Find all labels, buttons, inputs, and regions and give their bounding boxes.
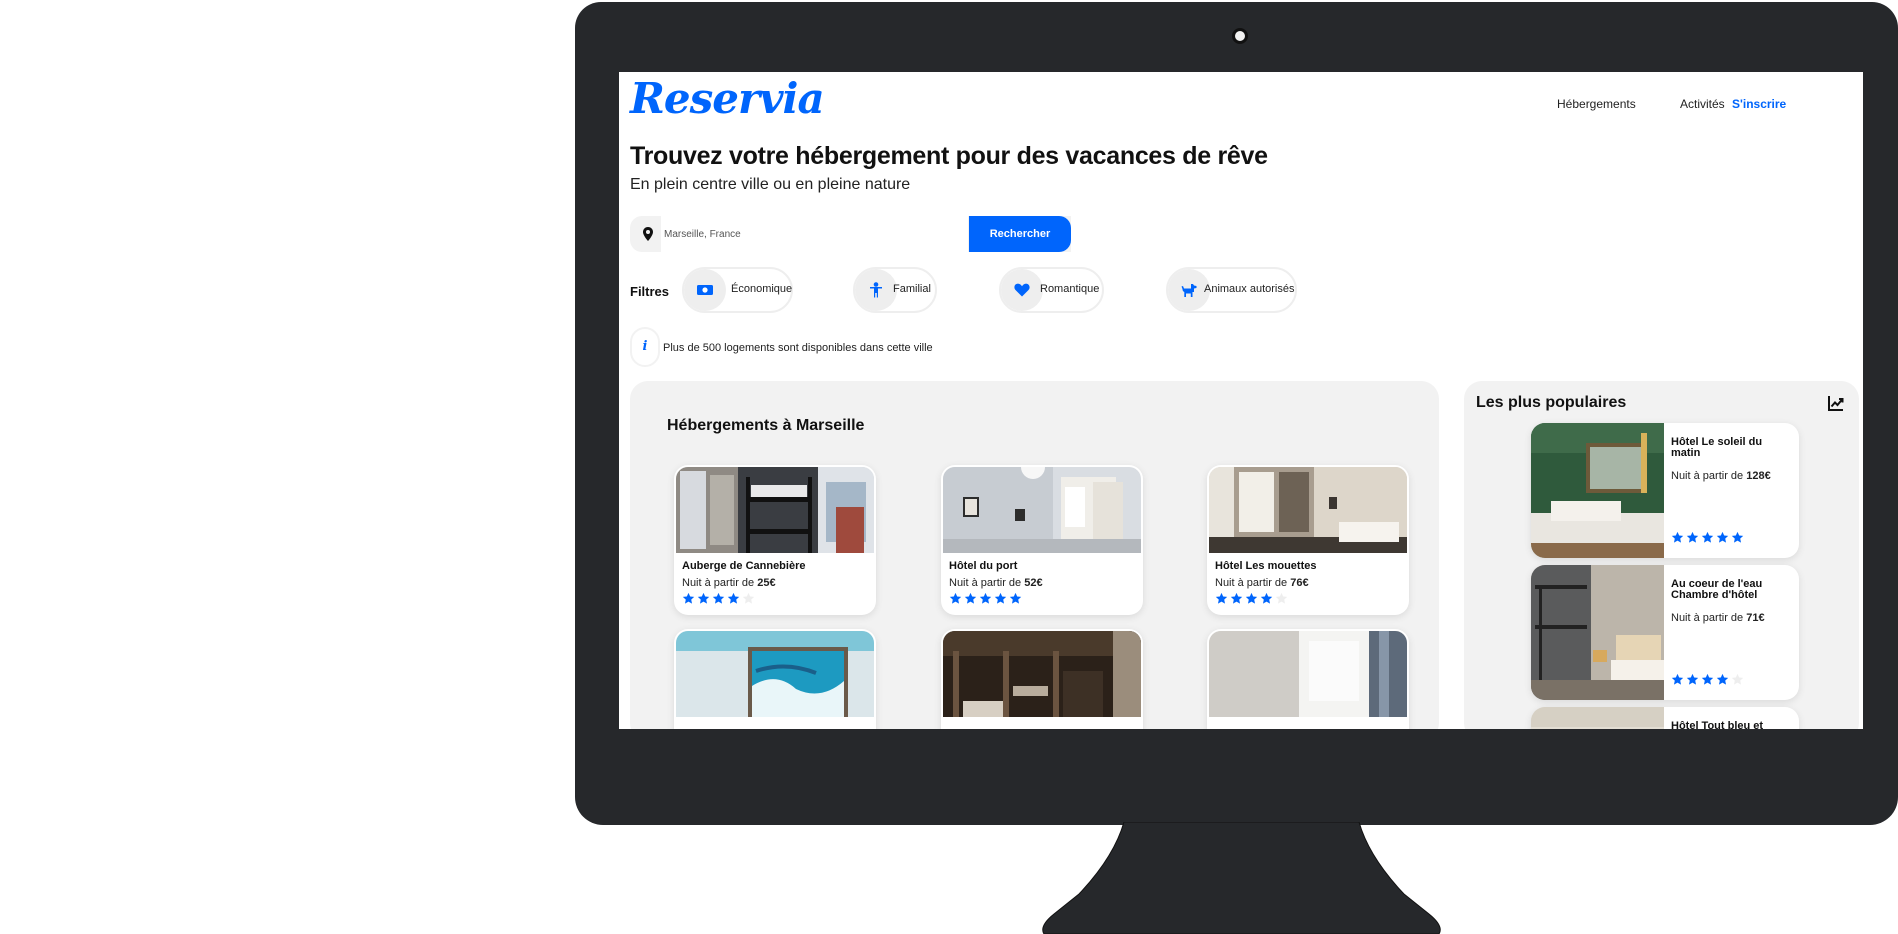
popular-card[interactable]: Hôtel Tout bleu et <box>1531 707 1799 729</box>
listing-card[interactable]: Hôtel du port Nuit à partir de 52€ <box>941 465 1143 615</box>
listing-price: Nuit à partir de 76€ <box>1215 577 1309 589</box>
star-filled-icon <box>979 592 992 604</box>
star-filled-icon <box>994 592 1007 604</box>
listing-photo <box>1209 467 1407 553</box>
listing-photo <box>676 467 874 553</box>
listing-photo <box>676 631 874 717</box>
listing-card[interactable]: Hôtel Les mouettes Nuit à partir de 76€ <box>1207 465 1409 615</box>
listing-price: Nuit à partir de 52€ <box>949 577 1043 589</box>
star-filled-icon <box>1230 592 1243 604</box>
filters-label: Filtres <box>630 284 670 299</box>
nav-hebergements[interactable]: Hébergements <box>1557 97 1636 111</box>
rating-stars <box>949 592 1022 605</box>
page-title: Trouvez votre hébergement pour des vacan… <box>630 142 1268 170</box>
rating-stars <box>1671 673 1744 686</box>
listing-card[interactable] <box>674 629 876 729</box>
rating-stars <box>682 592 755 605</box>
listing-name: Hôtel Les mouettes <box>1215 560 1317 572</box>
star-filled-icon <box>727 592 740 604</box>
star-filled-icon <box>1245 592 1258 604</box>
webcam <box>1232 28 1248 44</box>
star-filled-icon <box>1716 531 1729 543</box>
location-pin-icon <box>643 227 653 241</box>
star-filled-icon <box>1686 531 1699 543</box>
star-filled-icon <box>1701 673 1714 685</box>
popular-card[interactable]: Hôtel Le soleil du matin Nuit à partir d… <box>1531 423 1799 558</box>
listing-photo <box>943 467 1141 553</box>
star-filled-icon <box>1671 531 1684 543</box>
filter-romantique[interactable]: Romantique <box>999 267 1104 313</box>
star-filled-icon <box>1716 673 1729 685</box>
info-icon: i <box>630 327 660 367</box>
popular-section: Les plus populaires Hôtel Le soleil du m… <box>1464 381 1859 729</box>
monitor-stand <box>1042 822 1441 934</box>
search-button[interactable]: Rechercher <box>969 216 1071 252</box>
trend-chart-icon <box>1828 396 1844 411</box>
listings-title: Hébergements à Marseille <box>667 417 865 434</box>
popular-photo <box>1531 707 1664 729</box>
page-subtitle: En plein centre ville ou en pleine natur… <box>630 176 911 193</box>
filter-animaux[interactable]: Animaux autorisés <box>1166 267 1297 313</box>
star-filled-icon <box>1009 592 1022 604</box>
star-filled-icon <box>712 592 725 604</box>
popular-price: Nuit à partir de 128€ <box>1671 470 1771 482</box>
filter-label: Familial <box>893 283 931 295</box>
listings-section: Hébergements à Marseille Auberge de Cann… <box>630 381 1439 729</box>
listing-photo <box>1209 631 1407 717</box>
filter-label: Économique <box>731 283 793 295</box>
star-filled-icon <box>1671 673 1684 685</box>
filter-economique[interactable]: Économique <box>682 267 793 313</box>
listing-card[interactable] <box>941 629 1143 729</box>
money-icon <box>684 269 726 311</box>
filter-label: Animaux autorisés <box>1204 283 1295 295</box>
star-filled-icon <box>949 592 962 604</box>
filter-label: Romantique <box>1040 283 1100 295</box>
star-filled-icon <box>697 592 710 604</box>
listing-card[interactable]: Auberge de Cannebière Nuit à partir de 2… <box>674 465 876 615</box>
listing-name: Hôtel du port <box>949 560 1018 572</box>
logo[interactable]: Reservia <box>630 74 825 123</box>
popular-card[interactable]: Au coeur de l'eau Chambre d'hôtel Nuit à… <box>1531 565 1799 700</box>
star-filled-icon <box>964 592 977 604</box>
browser-screen: Reservia Hébergements Activités S'inscri… <box>619 72 1863 729</box>
star-filled-icon <box>1260 592 1273 604</box>
popular-title: Les plus populaires <box>1476 394 1627 411</box>
child-icon <box>855 269 897 311</box>
listing-price: Nuit à partir de 25€ <box>682 577 776 589</box>
rating-stars <box>1671 531 1744 544</box>
star-filled-icon <box>1686 673 1699 685</box>
info-message: Plus de 500 logements sont disponibles d… <box>663 342 933 354</box>
star-empty-icon <box>1275 592 1288 604</box>
popular-name: Au coeur de l'eau Chambre d'hôtel <box>1671 578 1763 601</box>
popular-photo <box>1531 423 1664 558</box>
listing-name: Auberge de Cannebière <box>682 560 806 572</box>
filter-familial[interactable]: Familial <box>853 267 937 313</box>
star-filled-icon <box>1731 531 1744 543</box>
star-filled-icon <box>1701 531 1714 543</box>
star-empty-icon <box>1731 673 1744 685</box>
popular-name: Hôtel Le soleil du matin <box>1671 436 1763 459</box>
nav-activites[interactable]: Activités <box>1680 97 1725 111</box>
nav-inscrire[interactable]: S'inscrire <box>1732 97 1786 111</box>
star-filled-icon <box>682 592 695 604</box>
listing-card[interactable] <box>1207 629 1409 729</box>
star-empty-icon <box>742 592 755 604</box>
star-filled-icon <box>1215 592 1228 604</box>
popular-name: Hôtel Tout bleu et <box>1671 720 1764 730</box>
search-bar: Rechercher <box>630 216 1071 252</box>
heart-icon <box>1001 269 1043 311</box>
search-input[interactable] <box>661 216 968 252</box>
listing-photo <box>943 631 1141 717</box>
popular-price: Nuit à partir de 71€ <box>1671 612 1765 624</box>
popular-photo <box>1531 565 1664 700</box>
rating-stars <box>1215 592 1288 605</box>
